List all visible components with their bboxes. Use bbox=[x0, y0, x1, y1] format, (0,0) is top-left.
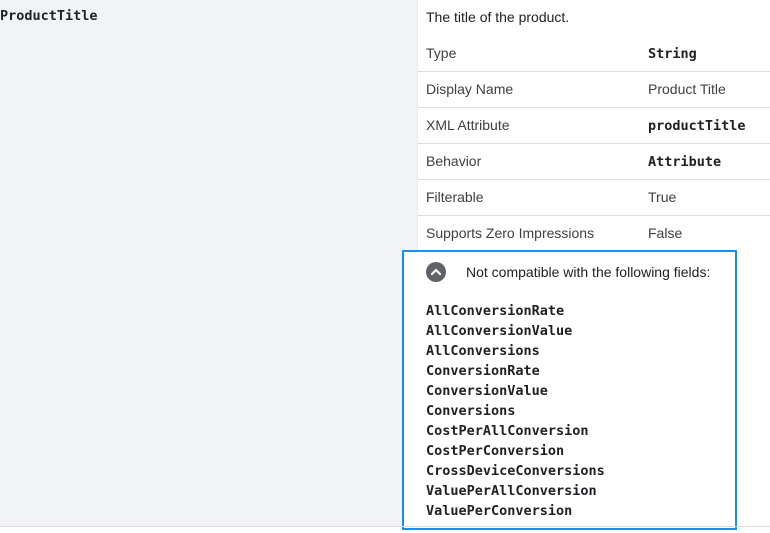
property-value: String bbox=[648, 46, 697, 62]
field-name-column: ProductTitle bbox=[0, 0, 418, 526]
list-item: CostPerConversion bbox=[426, 443, 565, 459]
property-value: Attribute bbox=[648, 154, 722, 170]
list-item: ValuePerConversion bbox=[426, 503, 573, 519]
field-reference-row: ProductTitle The title of the product. T… bbox=[0, 0, 770, 533]
list-item: ValuePerAllConversion bbox=[426, 483, 597, 499]
property-label: XML Attribute bbox=[426, 117, 510, 133]
property-value: Product Title bbox=[648, 81, 726, 97]
properties-table: Type String Display Name Product Title X… bbox=[418, 36, 770, 252]
property-label: Display Name bbox=[426, 81, 514, 97]
property-label: Type bbox=[426, 45, 457, 61]
list-item: CostPerAllConversion bbox=[426, 423, 589, 439]
incompatible-fields-panel: Not compatible with the following fields… bbox=[402, 250, 737, 530]
property-label: Supports Zero Impressions bbox=[426, 225, 595, 241]
property-label: Filterable bbox=[426, 189, 484, 205]
list-item: ConversionValue bbox=[426, 383, 548, 399]
property-value: True bbox=[648, 189, 677, 205]
property-row-supports-zero-impressions: Supports Zero Impressions False bbox=[418, 216, 770, 252]
property-value: productTitle bbox=[648, 118, 746, 134]
property-row-xml-attribute: XML Attribute productTitle bbox=[418, 108, 770, 144]
row-divider bbox=[0, 526, 770, 527]
list-item: AllConversions bbox=[426, 343, 540, 359]
list-item: AllConversionRate bbox=[426, 303, 565, 319]
chevron-up-icon[interactable] bbox=[426, 262, 446, 282]
list-item: ConversionRate bbox=[426, 363, 540, 379]
field-description: The title of the product. bbox=[426, 9, 570, 25]
property-row-type: Type String bbox=[418, 36, 770, 72]
property-row-display-name: Display Name Product Title bbox=[418, 72, 770, 108]
list-item: CrossDeviceConversions bbox=[426, 463, 605, 479]
property-row-filterable: Filterable True bbox=[418, 180, 770, 216]
incompatible-fields-header: Not compatible with the following fields… bbox=[466, 264, 711, 280]
list-item: AllConversionValue bbox=[426, 323, 573, 339]
property-row-behavior: Behavior Attribute bbox=[418, 144, 770, 180]
property-label: Behavior bbox=[426, 153, 482, 169]
list-item: Conversions bbox=[426, 403, 516, 419]
incompatible-fields-list: AllConversionRate AllConversionValue All… bbox=[426, 301, 605, 521]
field-name: ProductTitle bbox=[0, 8, 98, 24]
property-value: False bbox=[648, 225, 683, 241]
